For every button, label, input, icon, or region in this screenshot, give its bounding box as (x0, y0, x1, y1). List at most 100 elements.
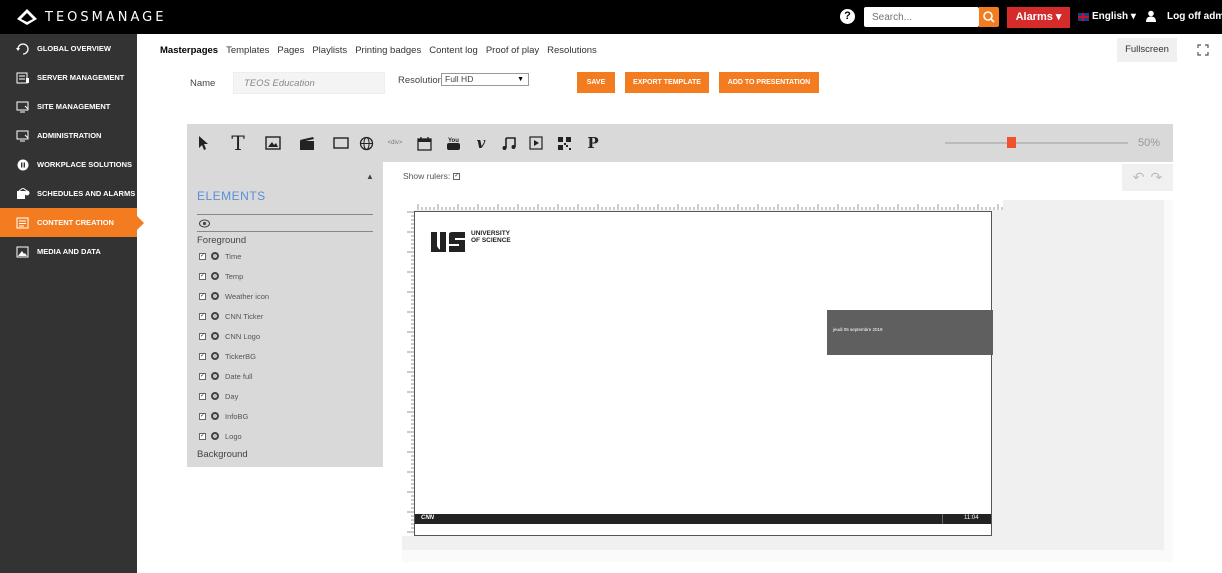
settings-gear-icon[interactable] (211, 372, 219, 380)
time-text: 11:04 (964, 515, 979, 521)
sidebar-item-global-overview[interactable]: Global overview (0, 34, 137, 63)
sidebar-item-site-management[interactable]: Site management (0, 92, 137, 121)
sidebar-item-label: Media and data (37, 247, 101, 256)
rectangle-icon[interactable] (332, 134, 350, 152)
language-selector[interactable]: English ▾ (1078, 11, 1136, 22)
layer-row[interactable]: ✓ Temp (199, 270, 243, 282)
search-input[interactable] (864, 7, 979, 27)
resolution-select[interactable]: Full HD ▼ (441, 73, 529, 86)
visibility-checkbox[interactable]: ✓ (199, 292, 206, 300)
settings-gear-icon[interactable] (211, 312, 219, 320)
search-button[interactable] (979, 7, 999, 27)
content-tabs: Masterpages Templates Pages Playlists Pr… (160, 45, 597, 56)
alarms-button[interactable]: Alarms ▾ (1007, 7, 1070, 28)
settings-gear-icon[interactable] (211, 292, 219, 300)
visibility-checkbox[interactable]: ✓ (199, 272, 206, 280)
music-icon[interactable] (500, 134, 518, 152)
youtube-icon[interactable]: You (444, 134, 462, 152)
chevron-down-icon: ▼ (517, 76, 524, 83)
sidebar-item-content-creation[interactable]: Content creation (0, 208, 144, 237)
tab-masterpages[interactable]: Masterpages (160, 45, 218, 56)
sidebar-item-workplace-solutions[interactable]: Workplace solutions (0, 150, 137, 179)
image-icon[interactable] (264, 134, 282, 152)
visibility-checkbox[interactable]: ✓ (199, 412, 206, 420)
app-logo[interactable]: TEOSMANAGE (17, 8, 166, 26)
zoom-slider-handle[interactable] (1007, 137, 1016, 148)
visibility-checkbox[interactable]: ✓ (199, 392, 206, 400)
visibility-checkbox[interactable]: ✓ (199, 312, 206, 320)
tab-proof-of-play[interactable]: Proof of play (486, 45, 539, 56)
help-icon[interactable]: ? (840, 9, 855, 24)
settings-gear-icon[interactable] (211, 352, 219, 360)
play-icon[interactable] (527, 134, 545, 152)
text-icon[interactable]: T (229, 131, 247, 155)
select-arrow-icon[interactable] (195, 134, 213, 152)
layer-row[interactable]: ✓ Logo (199, 430, 242, 442)
layer-label: Date full (225, 371, 253, 381)
horizontal-scrollbar[interactable] (402, 550, 1173, 562)
visibility-checkbox[interactable]: ✓ (199, 352, 206, 360)
vertical-scrollbar[interactable] (1164, 200, 1173, 550)
show-rulers-toggle[interactable]: Show rulers: ✓ (403, 171, 465, 181)
settings-gear-icon[interactable] (211, 252, 219, 260)
visibility-checkbox[interactable]: ✓ (199, 372, 206, 380)
info-bg-box[interactable]: jeudi 05 septembre 2019 (827, 310, 993, 355)
tab-templates[interactable]: Templates (226, 45, 269, 56)
tab-playlists[interactable]: Playlists (312, 45, 347, 56)
qr-code-icon[interactable] (555, 134, 573, 152)
settings-gear-icon[interactable] (211, 272, 219, 280)
search-icon (983, 11, 995, 23)
university-logo[interactable]: UNIVERSITY OF SCIENCE (431, 230, 511, 254)
layer-row[interactable]: ✓ Weather icon (199, 290, 269, 302)
show-rulers-checkbox[interactable]: ✓ (453, 172, 461, 180)
name-input[interactable] (233, 72, 385, 94)
tab-printing-badges[interactable]: Printing badges (355, 45, 421, 56)
settings-gear-icon[interactable] (211, 332, 219, 340)
calendar-icon[interactable] (415, 134, 433, 152)
undo-icon[interactable]: ↶ (1133, 169, 1145, 186)
tab-content-log[interactable]: Content log (429, 45, 478, 56)
layer-row[interactable]: ✓ CNN Ticker (199, 310, 263, 322)
collapse-up-icon[interactable]: ▲ (366, 172, 374, 181)
layer-row[interactable]: ✓ Time (199, 250, 241, 262)
settings-gear-icon[interactable] (211, 392, 219, 400)
web-icon[interactable] (357, 134, 375, 152)
visibility-checkbox[interactable]: ✓ (199, 252, 206, 260)
workplace-icon (17, 159, 29, 170)
sidebar-item-media-data[interactable]: Media and data (0, 237, 137, 266)
export-template-button[interactable]: Export template (625, 72, 709, 93)
vimeo-icon[interactable]: v (472, 134, 490, 152)
tab-pages[interactable]: Pages (277, 45, 304, 56)
sidebar-item-server-management[interactable]: Server management (0, 63, 137, 92)
save-button[interactable]: Save (577, 72, 615, 93)
settings-gear-icon[interactable] (211, 432, 219, 440)
date-full-text: jeudi 05 septembre 2019 (833, 327, 883, 332)
redo-icon[interactable]: ↷ (1151, 169, 1163, 186)
fullscreen-button[interactable]: Fullscreen (1117, 38, 1177, 62)
layer-row[interactable]: ✓ InfoBG (199, 410, 248, 422)
zoom-slider-track[interactable] (945, 142, 1128, 144)
layer-row[interactable]: ✓ Date full (199, 370, 253, 382)
masterpage-stage[interactable]: UNIVERSITY OF SCIENCE jeudi 05 septembre… (414, 211, 993, 536)
eye-icon[interactable] (199, 219, 210, 228)
video-icon[interactable] (298, 134, 316, 152)
layer-row[interactable]: ✓ CNN Logo (199, 330, 260, 342)
sidebar-item-schedules-alarms[interactable]: Schedules and alarms (0, 179, 137, 208)
logoff-link[interactable]: Log off admin (1167, 11, 1222, 22)
ticker-bar[interactable]: CNN 11:04 (415, 514, 991, 524)
p-icon[interactable]: P (584, 134, 602, 152)
expand-icon[interactable] (1197, 44, 1209, 56)
add-to-presentation-button[interactable]: Add to presentation (719, 72, 819, 93)
layer-label: TickerBG (225, 351, 256, 361)
settings-gear-icon[interactable] (211, 412, 219, 420)
sidebar-item-label: Site management (37, 102, 111, 111)
layer-row[interactable]: ✓ TickerBG (199, 350, 256, 362)
layer-row[interactable]: ✓ Day (199, 390, 238, 402)
visibility-checkbox[interactable]: ✓ (199, 432, 206, 440)
layer-label: Time (225, 251, 242, 261)
tab-resolutions[interactable]: Resolutions (547, 45, 597, 56)
html-icon[interactable]: <div> (383, 134, 407, 152)
sidebar-item-administration[interactable]: Administration (0, 121, 137, 150)
visibility-checkbox[interactable]: ✓ (199, 332, 206, 340)
monitor-icon (16, 101, 29, 112)
